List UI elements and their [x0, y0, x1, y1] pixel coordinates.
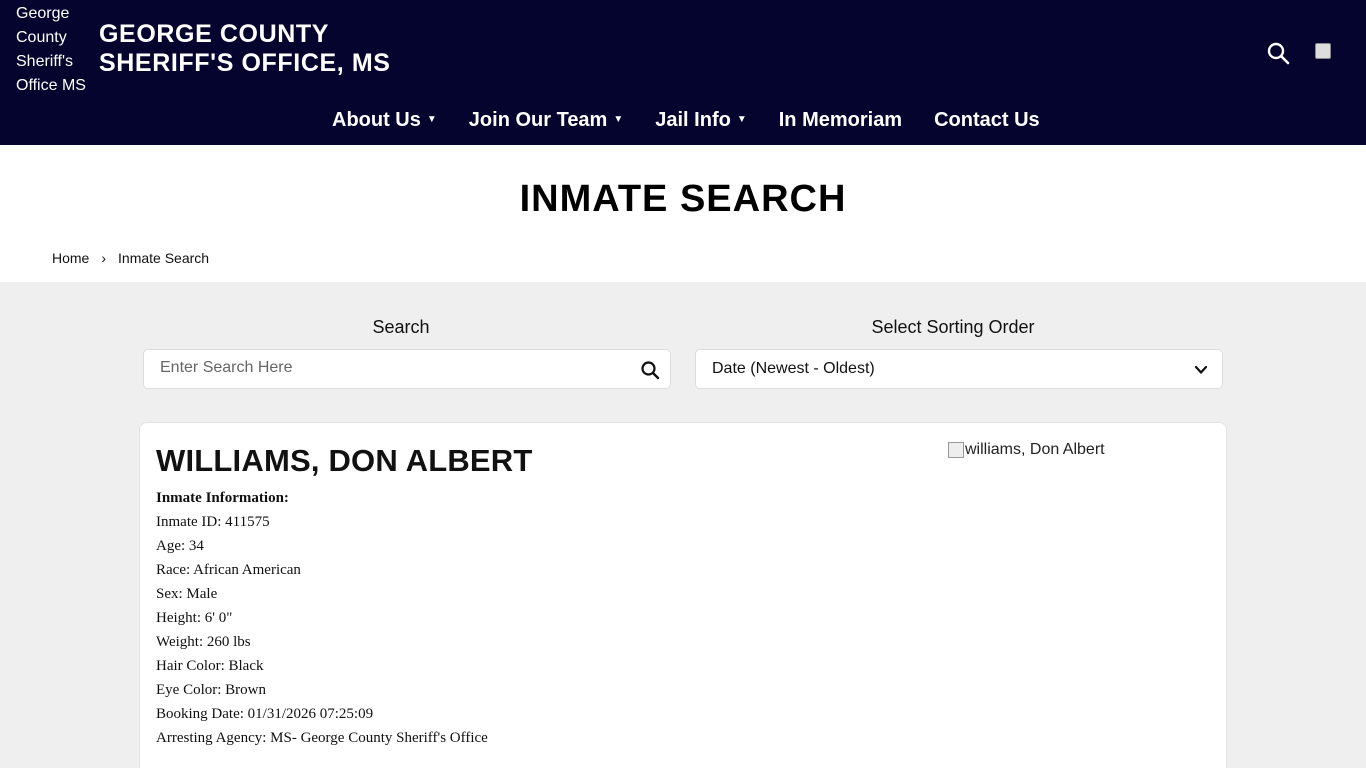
- inmate-name[interactable]: WILLIAMS, DON ALBERT: [156, 443, 533, 479]
- nav-jail-info[interactable]: Jail Info ▼: [655, 107, 746, 133]
- site-logo[interactable]: George County Sheriff's Office MS: [16, 2, 92, 98]
- inmate-information: Inmate Information: Inmate ID: 411575 Ag…: [156, 486, 488, 750]
- search-label: Search: [372, 317, 430, 337]
- search-icon[interactable]: [1266, 41, 1290, 65]
- nav-contact-us-label[interactable]: Contact Us: [934, 107, 1040, 133]
- sort-order-value[interactable]: Date (Newest - Oldest): [712, 360, 875, 378]
- page-title: INMATE SEARCH: [519, 178, 847, 220]
- inmate-eye-color: Eye Color: Brown: [156, 682, 266, 698]
- inmate-booking-date: Booking Date: 01/31/2026 07:25:09: [156, 706, 374, 722]
- inmate-sex: Sex: Male: [156, 586, 218, 602]
- search-field[interactable]: [143, 349, 671, 389]
- breadcrumb: Home › Inmate Search: [52, 250, 209, 266]
- page-title-band: INMATE SEARCH Home › Inmate Search: [0, 145, 1366, 282]
- breadcrumb-home[interactable]: Home: [52, 250, 89, 266]
- search-button-icon[interactable]: [640, 360, 660, 380]
- nav-jail-info-label[interactable]: Jail Info: [655, 107, 731, 133]
- nav-about-us-label[interactable]: About Us: [332, 107, 421, 133]
- sort-order-select[interactable]: Date (Newest - Oldest): [695, 349, 1223, 389]
- nav-in-memoriam-label[interactable]: In Memoriam: [779, 107, 902, 133]
- caret-down-icon: ▼: [613, 114, 624, 125]
- nav-about-us[interactable]: About Us ▼: [332, 107, 437, 133]
- broken-image-icon[interactable]: [1315, 43, 1331, 59]
- search-input[interactable]: [160, 359, 630, 377]
- site-title[interactable]: GEORGE COUNTY SHERIFF'S OFFICE, MS: [99, 20, 391, 78]
- breadcrumb-current: Inmate Search: [118, 250, 210, 266]
- nav-in-memoriam[interactable]: In Memoriam: [779, 107, 902, 133]
- inmate-hair-color: Hair Color: Black: [156, 658, 264, 674]
- breadcrumb-separator: ›: [101, 250, 107, 266]
- inmate-photo-alt: williams, Don Albert: [965, 441, 1105, 458]
- inmate-card: WILLIAMS, DON ALBERT williams, Don Alber…: [139, 422, 1227, 768]
- chevron-down-icon[interactable]: [1194, 363, 1208, 377]
- nav-join-our-team[interactable]: Join Our Team ▼: [469, 107, 623, 133]
- nav-contact-us[interactable]: Contact Us: [934, 107, 1040, 133]
- inmate-height: Height: 6' 0": [156, 610, 233, 626]
- inmate-info-heading: Inmate Information:: [156, 490, 289, 506]
- sort-label: Select Sorting Order: [871, 317, 1035, 337]
- main-nav: About Us ▼ Join Our Team ▼ Jail Info ▼ I…: [332, 107, 1072, 133]
- broken-image-icon: [948, 442, 964, 458]
- inmate-weight: Weight: 260 lbs: [156, 634, 251, 650]
- site-title-line2[interactable]: SHERIFF'S OFFICE, MS: [99, 49, 391, 78]
- site-title-line1[interactable]: GEORGE COUNTY: [99, 20, 391, 49]
- site-header: George County Sheriff's Office MS GEORGE…: [0, 0, 1366, 145]
- caret-down-icon: ▼: [736, 114, 747, 125]
- inmate-age: Age: 34: [156, 538, 204, 554]
- inmate-arresting-agency: Arresting Agency: MS- George County Sher…: [156, 730, 488, 746]
- inmate-race: Race: African American: [156, 562, 301, 578]
- inmate-id: Inmate ID: 411575: [156, 514, 270, 530]
- caret-down-icon: ▼: [426, 114, 437, 125]
- inmate-photo: williams, Don Albert: [948, 441, 1105, 459]
- nav-join-our-team-label[interactable]: Join Our Team: [469, 107, 608, 133]
